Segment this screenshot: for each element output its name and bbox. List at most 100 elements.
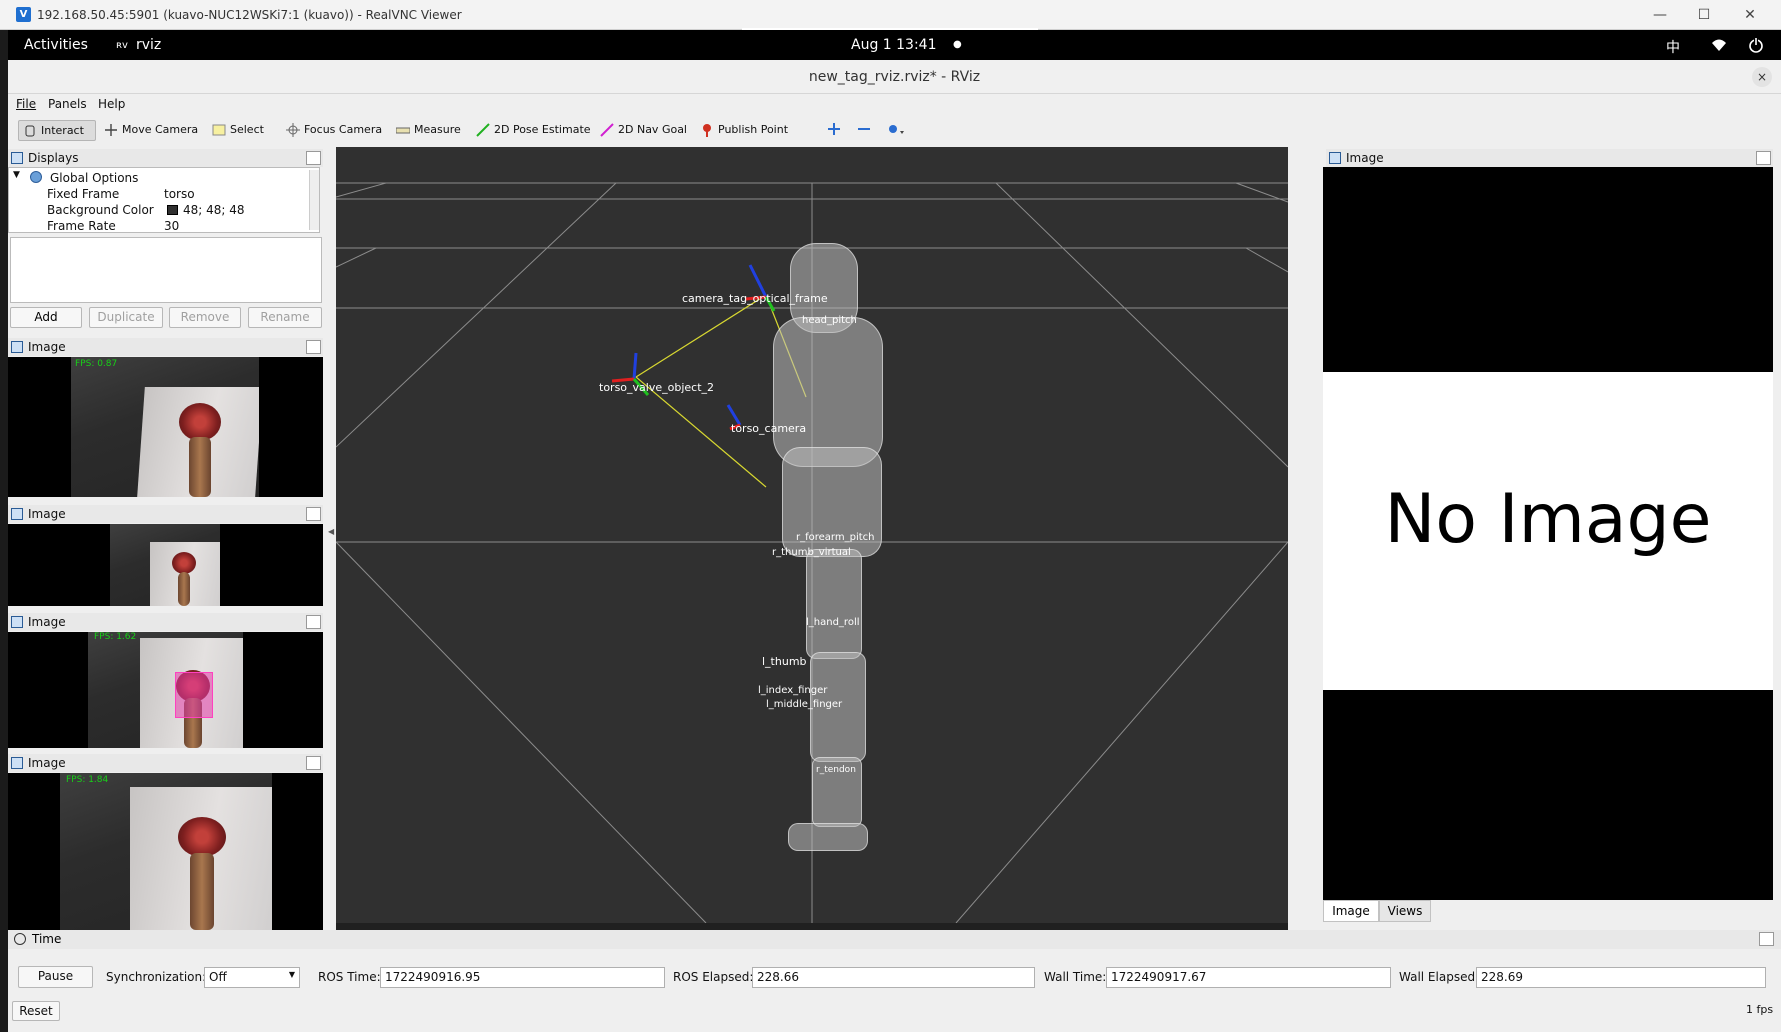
pose-estimate-label: 2D Pose Estimate [494,123,591,136]
reset-button[interactable]: Reset [12,1001,60,1021]
property-value[interactable]: 30 [164,219,179,233]
rviz-window-title: new_tag_rviz.rviz* - RViz [808,69,981,85]
tab-image[interactable]: Image [1323,900,1379,922]
sync-dropdown[interactable]: Off ▼ [204,967,300,988]
wall-elapsed-label: Wall Elapsed: [1399,970,1480,984]
crosshair-icon [286,123,300,137]
vnc-logo-icon: V [16,7,31,22]
displays-float-button[interactable] [306,151,321,165]
expand-arrow-icon[interactable]: ▼ [13,170,20,180]
pose-estimate-tool-button[interactable]: 2D Pose Estimate [472,120,595,141]
wall-elapsed-field[interactable]: 228.69 [1476,967,1766,988]
vnc-window-title: 192.168.50.45:5901 (kuavo-NUC12WSKi7:1 (… [37,8,462,22]
ros-time-field[interactable]: 1722490916.95 [380,967,665,988]
tool-bar: Interact Move Camera Select Focus Camera… [8,114,1781,147]
select-box-icon [212,123,226,137]
app-menu-rviz[interactable]: rviz [136,37,161,53]
clock[interactable]: Aug 1 13:41 [851,37,937,53]
tree-scrollbar[interactable] [309,170,319,230]
interact-tool-button[interactable]: Interact [18,120,96,141]
remove-tool-icon[interactable] [857,122,871,139]
property-key: Frame Rate [47,219,116,233]
time-panel-title: Time [32,932,62,946]
rviz-title-bar: new_tag_rviz.rviz* - RViz × [8,60,1781,94]
left-splitter[interactable]: ◀ [327,147,336,930]
select-tool-button[interactable]: Select [208,120,268,141]
select-label: Select [230,123,264,136]
image-panel-float-button[interactable] [306,507,321,521]
tf-frame-label: l_index_finger [758,685,828,696]
tab-views[interactable]: Views [1379,900,1431,922]
focus-camera-tool-button[interactable]: Focus Camera [282,120,386,141]
property-key: Fixed Frame [47,187,120,201]
right-panel-float-button[interactable] [1756,151,1771,165]
tree-row-global-options[interactable]: ▼ Global Options [9,170,309,186]
tf-frame-label: torso_valve_object_2 [599,381,715,394]
measure-tool-button[interactable]: Measure [392,120,465,141]
ros-elapsed-field[interactable]: 228.66 [752,967,1035,988]
robot-thigh [806,549,862,659]
rviz-app-icon: ʀᴠ [116,40,128,51]
focus-camera-label: Focus Camera [304,123,383,136]
rviz-close-button[interactable]: × [1752,67,1772,87]
image-panel-icon [11,508,23,520]
close-window-button[interactable]: ✕ [1735,4,1765,26]
menu-bar: File Panels Help [8,94,1781,114]
image-panel-float-button[interactable] [306,340,321,354]
image-panel-title: Image [28,756,66,770]
image-panel-2-header: Image [8,505,323,523]
publish-point-tool-button[interactable]: Publish Point [696,120,792,141]
tf-frame-label: r_forearm_pitch [796,532,875,543]
detection-overlay-box [175,672,213,718]
tool-properties-icon[interactable] [886,122,906,139]
3d-view[interactable]: camera_tag_optical_frame head_pitch tors… [336,147,1288,923]
tree-row-frame-rate[interactable]: Frame Rate 30 [9,218,309,234]
collapse-left-icon[interactable]: ◀ [328,527,334,536]
tf-frame-label: r_tendon [816,765,856,775]
wall-time-field[interactable]: 1722490917.67 [1106,967,1391,988]
ros-time-label: ROS Time: [318,970,381,984]
image-panel-float-button[interactable] [306,615,321,629]
image-panel-3-view: FPS: 1.62 [8,632,323,748]
fps-overlay: FPS: 1.84 [66,775,109,785]
tree-row-background-color[interactable]: Background Color 48; 48; 48 [9,202,309,218]
camera-feed: FPS: 1.84 [60,773,272,930]
displays-title: Displays [28,151,79,165]
image-panel-title: Image [28,507,66,521]
rename-display-button[interactable]: Rename [248,307,322,328]
input-method-indicator[interactable]: 中 [1666,37,1680,57]
property-value[interactable]: torso [164,187,195,201]
time-panel-float-button[interactable] [1759,932,1774,946]
robot-torso [773,317,883,467]
add-display-button[interactable]: Add [10,307,82,328]
minimize-button[interactable]: — [1645,4,1675,26]
chevron-down-icon: ▼ [288,970,295,979]
menu-help[interactable]: Help [98,97,125,111]
gnome-top-bar: Activities ʀᴠ rviz Aug 1 13:41 ● 中 [8,30,1781,60]
pause-button[interactable]: Pause [18,966,93,988]
menu-panels[interactable]: Panels [48,97,87,111]
image-panel-float-button[interactable] [306,756,321,770]
move-camera-label: Move Camera [122,123,199,136]
property-value[interactable]: 48; 48; 48 [183,203,245,217]
nav-goal-label: 2D Nav Goal [618,123,687,136]
add-tool-icon[interactable] [827,122,841,139]
displays-tree[interactable]: ▼ Global Options Fixed Frame torso Backg… [8,167,320,233]
activities-button[interactable]: Activities [24,37,88,53]
nav-goal-tool-button[interactable]: 2D Nav Goal [596,120,691,141]
right-splitter[interactable]: ▶ [1288,147,1314,930]
displays-panel-icon [11,152,23,164]
remove-display-button[interactable]: Remove [169,307,241,328]
image-panel-4-view: FPS: 1.84 [8,773,323,930]
wifi-icon[interactable] [1711,38,1727,56]
duplicate-display-button[interactable]: Duplicate [89,307,163,328]
power-icon[interactable] [1748,37,1764,57]
fps-overlay: FPS: 0.87 [75,359,118,369]
menu-file[interactable]: File [16,97,36,111]
global-options-label: Global Options [50,171,139,185]
tree-row-fixed-frame[interactable]: Fixed Frame torso [9,186,309,202]
maximize-button[interactable]: ☐ [1689,4,1719,26]
color-swatch[interactable] [167,205,178,215]
property-key: Background Color [47,203,154,217]
move-camera-tool-button[interactable]: Move Camera [100,120,202,141]
